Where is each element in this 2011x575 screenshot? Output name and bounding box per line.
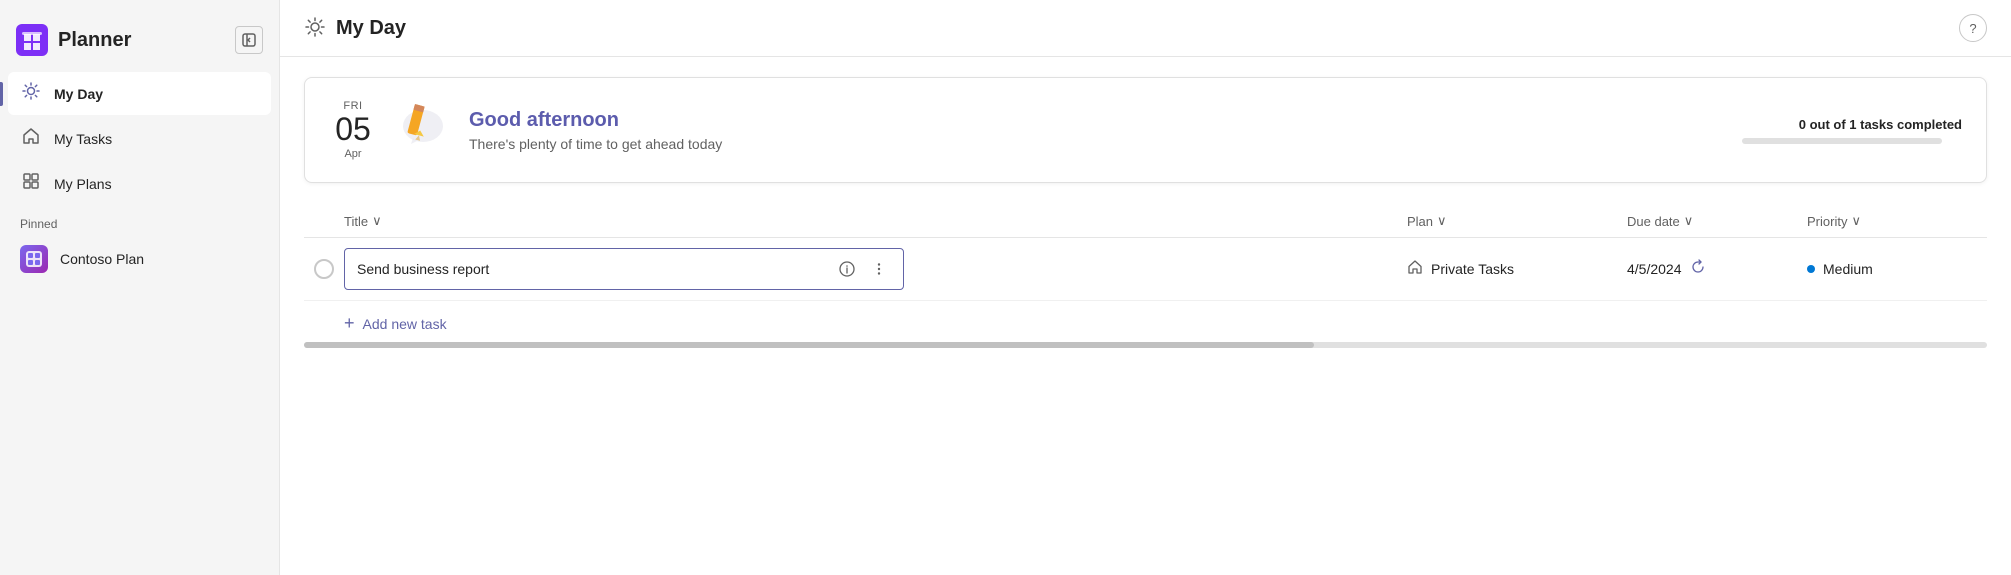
progress-bar [1742,138,1942,144]
greeting-text: Good afternoon There's plenty of time to… [469,109,1742,152]
col-header-priority: Priority ∨ [1807,213,1987,229]
task-due-date: 4/5/2024 [1627,261,1682,277]
task-repeat-icon [1690,259,1706,280]
duedate-sort-button[interactable]: Due date ∨ [1627,213,1807,229]
title-sort-icon: ∨ [372,213,382,229]
plan-col-label: Plan [1407,214,1433,229]
priority-sort-icon: ∨ [1851,213,1861,229]
greeting-subtitle: There's plenty of time to get ahead toda… [469,136,1742,152]
sidebar: Planner [0,0,280,575]
sidebar-item-my-day-label: My Day [54,86,103,102]
tasks-table-header: Title ∨ Plan ∨ Due date ∨ [304,207,1987,238]
main-scroll-area: FRI 05 Apr Good afternoon [280,57,2011,575]
help-icon: ? [1969,21,1976,36]
greeting-month: Apr [329,148,377,160]
task-name-actions [835,257,891,281]
grid-icon [20,172,42,195]
pinned-section-label: Pinned [0,205,279,235]
task-plan-cell: Private Tasks [1407,259,1627,280]
pinned-nav: Contoso Plan [0,235,279,283]
task-complete-circle[interactable] [314,259,334,279]
priority-dot [1807,265,1815,273]
task-more-options-button[interactable] [867,257,891,281]
plan-home-icon [1407,259,1423,280]
sidebar-item-my-day[interactable]: My Day [8,72,271,115]
sidebar-item-contoso-plan[interactable]: Contoso Plan [8,235,271,283]
greeting-card: FRI 05 Apr Good afternoon [304,77,1987,183]
title-col-label: Title [344,214,368,229]
help-button[interactable]: ? [1959,14,1987,42]
task-priority-value: Medium [1823,261,1873,277]
page-title: My Day [336,17,406,40]
duedate-col-label: Due date [1627,214,1680,229]
task-duedate-cell: 4/5/2024 [1627,259,1807,280]
task-name-text: Send business report [357,261,489,277]
sidebar-item-my-plans-label: My Plans [54,176,112,192]
priority-col-label: Priority [1807,214,1847,229]
sidebar-item-my-tasks[interactable]: My Tasks [8,117,271,160]
horizontal-scrollbar[interactable] [304,342,1987,348]
plan-sort-icon: ∨ [1437,213,1447,229]
sidebar-item-my-tasks-label: My Tasks [54,131,112,147]
priority-sort-button[interactable]: Priority ∨ [1807,213,1987,229]
table-row: Send business report [304,238,1987,301]
sidebar-item-my-plans[interactable]: My Plans [8,162,271,205]
greeting-day-number: 05 [329,112,377,147]
collapse-sidebar-button[interactable] [235,26,263,54]
collapse-icon [242,33,256,47]
progress-label: 0 out of 1 tasks completed [1742,117,1962,132]
tasks-table: Title ∨ Plan ∨ Due date ∨ [304,207,1987,348]
main-header-left: My Day [304,16,406,41]
duedate-sort-icon: ∨ [1684,213,1694,229]
title-sort-button[interactable]: Title ∨ [344,213,1407,229]
greeting-emoji [397,98,449,162]
greeting-date: FRI 05 Apr [329,100,377,159]
scrollbar-thumb[interactable] [304,342,1314,348]
home-icon [20,127,42,150]
sidebar-header: Planner [0,16,279,72]
header-sun-icon [304,16,326,41]
task-priority-cell: Medium [1807,261,1987,277]
sidebar-nav: My Day My Tasks My Plans [0,72,279,205]
col-header-duedate: Due date ∨ [1627,213,1807,229]
task-plan-name: Private Tasks [1431,261,1514,277]
task-checkbox[interactable] [304,259,344,279]
task-title-cell: Send business report [344,248,1407,290]
add-task-label: Add new task [363,316,447,332]
add-plus-icon: + [344,313,355,334]
col-header-plan: Plan ∨ [1407,213,1627,229]
sidebar-item-contoso-plan-label: Contoso Plan [60,251,144,267]
greeting-title: Good afternoon [469,109,1742,132]
app-title: Planner [58,29,131,52]
planner-logo-icon [16,24,48,56]
main-content-area: My Day ? FRI 05 Apr [280,0,2011,575]
task-info-button[interactable] [835,257,859,281]
sun-icon [20,82,42,105]
add-new-task-row[interactable]: + Add new task [304,301,1987,334]
contoso-plan-icon [20,245,48,273]
sidebar-logo: Planner [16,24,131,56]
main-header: My Day ? [280,0,2011,57]
plan-sort-button[interactable]: Plan ∨ [1407,213,1627,229]
greeting-progress: 0 out of 1 tasks completed [1742,117,1962,144]
col-header-title: Title ∨ [344,213,1407,229]
task-name-box[interactable]: Send business report [344,248,904,290]
